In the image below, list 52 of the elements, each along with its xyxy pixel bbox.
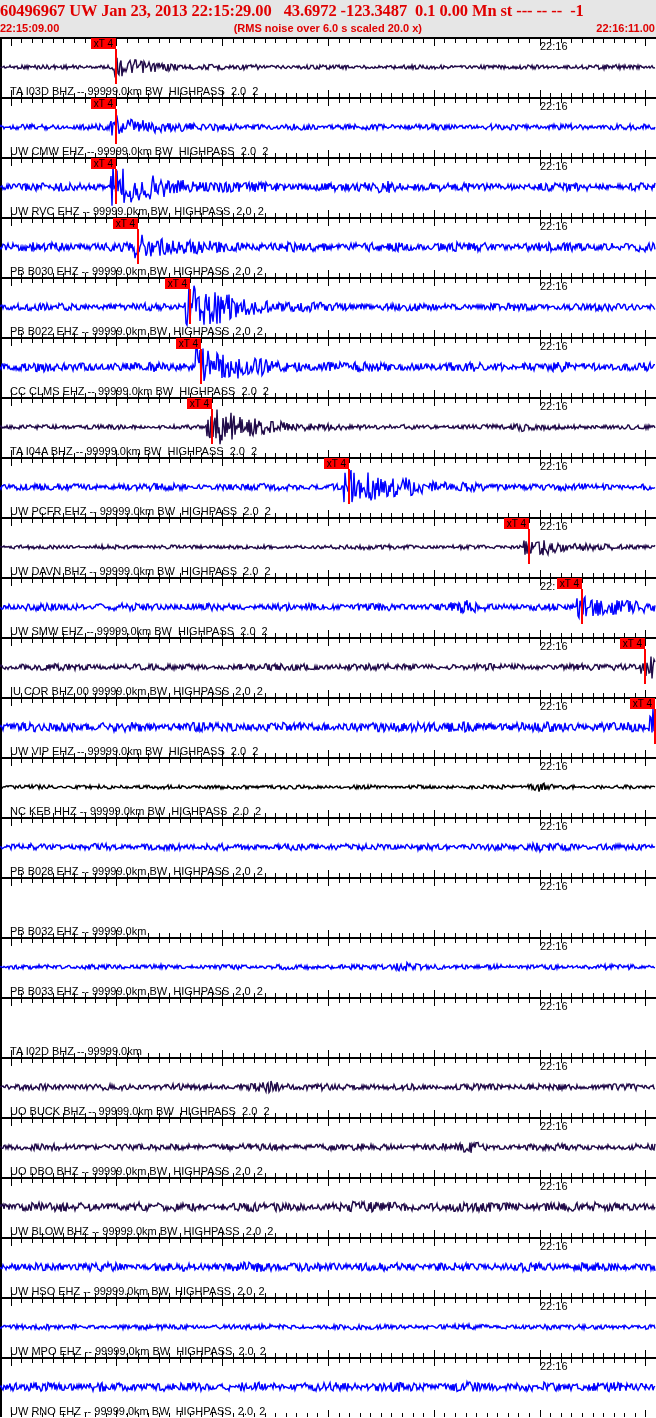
time-label: 22:	[540, 580, 556, 592]
pick-line	[644, 649, 646, 684]
time-label: 22:16	[540, 220, 568, 232]
pick-line	[200, 349, 202, 384]
pick-line	[115, 109, 117, 144]
end-time: 22:16:11.00	[596, 21, 655, 35]
time-label: 22:16	[540, 1000, 568, 1012]
time-label: 22:16	[540, 1180, 568, 1192]
pick-line	[348, 469, 350, 504]
pick-line	[137, 229, 139, 264]
pick-line	[189, 289, 191, 324]
time-label: 22:16	[540, 460, 568, 472]
pick-flag[interactable]: xT 4	[620, 638, 645, 649]
time-label: 22:16	[540, 1240, 568, 1252]
pick-line	[654, 709, 656, 744]
pick-flag[interactable]: xT 4	[324, 458, 349, 469]
pick-flag[interactable]: xT 4	[557, 578, 582, 589]
pick-line	[211, 409, 213, 444]
pick-line	[581, 589, 583, 624]
time-label: 22:16	[540, 340, 568, 352]
pick-flag[interactable]: xT 4	[187, 398, 212, 409]
time-label: 22:16	[540, 820, 568, 832]
pick-flag[interactable]: xT 4	[91, 38, 116, 49]
time-label: 22:16	[540, 1120, 568, 1132]
pick-line	[115, 49, 117, 84]
time-label: 22:16	[540, 1300, 568, 1312]
start-time: 22:15:09.00	[0, 21, 60, 35]
pick-flag[interactable]: xT 4	[504, 518, 529, 529]
time-label: 22:16	[540, 1060, 568, 1072]
time-label: 22:16	[540, 880, 568, 892]
time-label: 22:16	[540, 100, 568, 112]
scale-note: (RMS noise over 6.0 s scaled 20.0 x)	[233, 21, 422, 35]
channel-label: TA I02D BHZ -- 99999.0km	[10, 1045, 142, 1057]
pick-flag[interactable]: xT 4	[176, 338, 201, 349]
pick-flag[interactable]: xT 4	[91, 98, 116, 109]
time-label: 22:16	[540, 520, 568, 532]
time-label: 22:16	[540, 400, 568, 412]
time-label: 22:16	[540, 160, 568, 172]
pick-line	[528, 529, 530, 564]
pick-flag[interactable]: xT 4	[630, 698, 655, 709]
time-label: 22:16	[540, 40, 568, 52]
time-label: 22:16	[540, 640, 568, 652]
time-label: 22:16	[540, 760, 568, 772]
pick-line	[115, 169, 117, 204]
event-title: 60496967 UW Jan 23, 2013 22:15:29.00 43.6972 -123.3487 0.1 0.00 Mn st --- -- -- -1	[0, 0, 585, 21]
pick-flag[interactable]: xT 4	[91, 158, 116, 169]
time-label: 22:16	[540, 940, 568, 952]
time-label: 22:16	[540, 1360, 568, 1372]
pick-flag[interactable]: xT 4	[165, 278, 190, 289]
time-label: 22:16	[540, 700, 568, 712]
pick-flag[interactable]: xT 4	[113, 218, 138, 229]
time-label: 22:16	[540, 280, 568, 292]
